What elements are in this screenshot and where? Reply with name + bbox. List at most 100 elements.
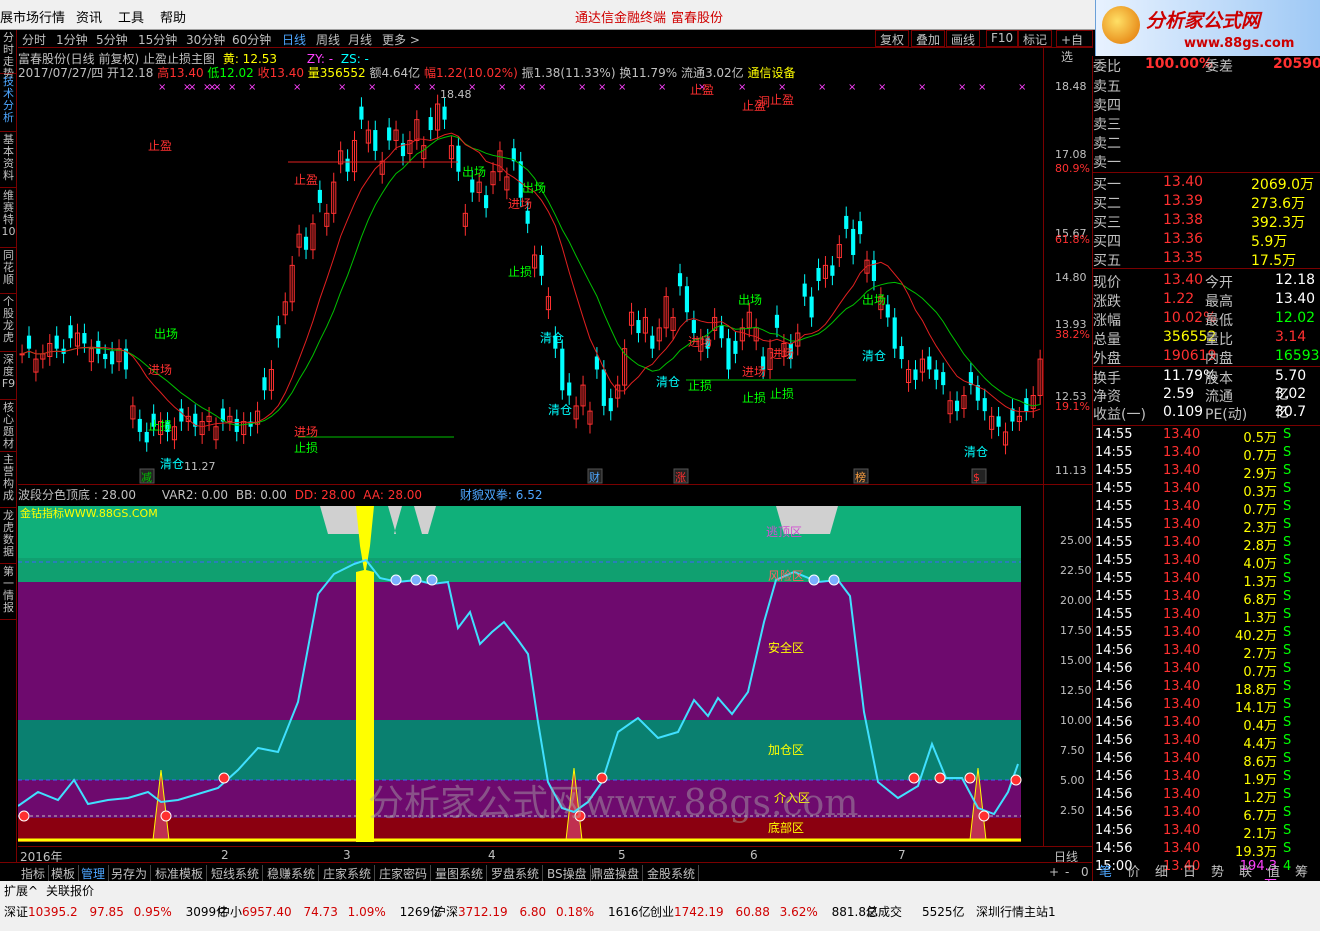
- left-tab-1[interactable]: 技术分析: [0, 74, 17, 132]
- bottom-tab-12[interactable]: 鼎盛操盘: [588, 865, 644, 882]
- zoom-control-1[interactable]: -: [1062, 865, 1072, 879]
- detail-tab-1[interactable]: 价: [1127, 861, 1140, 880]
- bottom-tab-8[interactable]: 庄家密码: [376, 865, 432, 882]
- period-3[interactable]: 15分钟: [138, 31, 177, 48]
- bottom-tabs: 指标 模板 管理 另存为 标准模板 短线系统 稳赚系统 庄家系统 庄家密码 量图系统 罗盘系统 BS操…: [0, 862, 1093, 882]
- detail-tab-5[interactable]: 联: [1239, 861, 1252, 880]
- detail-tab-4[interactable]: 势: [1211, 861, 1224, 880]
- signal-mark: ×: [293, 82, 301, 93]
- period-8[interactable]: 月线: [348, 31, 372, 48]
- signal-mark: ×: [658, 82, 666, 93]
- period-2[interactable]: 5分钟: [96, 31, 128, 48]
- tick-time: 14:55: [1095, 499, 1133, 514]
- left-tab-8[interactable]: 主营构成: [0, 452, 17, 508]
- left-tab-9[interactable]: 龙虎数据: [0, 508, 17, 564]
- main-y-label: 61.8%: [1055, 233, 1090, 246]
- tick-price: 13.40: [1163, 607, 1201, 622]
- tick-volume: 0.5万: [1243, 431, 1277, 446]
- buy-ball-marker: [218, 772, 230, 784]
- left-tab-5[interactable]: 个股龙虎: [0, 294, 17, 352]
- buy-row[interactable]: 买四 13.36 5.9万: [1093, 231, 1320, 250]
- bottom-tab-13[interactable]: 金股系统: [644, 865, 700, 882]
- bottom-tab-11[interactable]: BS操盘: [544, 865, 591, 882]
- zoom-control-0[interactable]: +: [1046, 865, 1062, 879]
- bottom-tab-2[interactable]: 管理: [78, 865, 110, 882]
- zoom-control-2[interactable]: 0: [1078, 865, 1092, 879]
- menu-tools[interactable]: 工具: [118, 7, 144, 26]
- period-0[interactable]: 分时: [22, 31, 46, 48]
- signal-mark: ×: [213, 82, 221, 93]
- left-tab-10[interactable]: 第一情报: [0, 564, 17, 620]
- index-cy[interactable]: 创业1742.19 60.88 3.62% 881.8亿: [650, 903, 878, 920]
- period-9[interactable]: 更多 >: [382, 31, 420, 48]
- tick-price: 13.40: [1163, 823, 1201, 838]
- bottom-tab-9[interactable]: 量图系统: [432, 865, 488, 882]
- buy-row[interactable]: 买一 13.40 2069.0万: [1093, 174, 1320, 193]
- menu-news[interactable]: 资讯: [76, 7, 102, 26]
- x-label: 2: [221, 848, 229, 862]
- menu-market[interactable]: 展市场行情: [0, 7, 65, 26]
- bottom-tab-1[interactable]: 模板: [48, 865, 80, 882]
- chart-button-1[interactable]: 叠加: [911, 30, 946, 47]
- expand-button[interactable]: 扩展^: [4, 882, 38, 899]
- x-label: 7: [898, 848, 906, 862]
- brand-url: www.88gs.com: [1184, 36, 1295, 51]
- detail-tab-6[interactable]: 值: [1267, 861, 1280, 880]
- detail-tab-7[interactable]: 筹: [1295, 861, 1308, 880]
- left-tab-4[interactable]: 同花顺: [0, 248, 17, 294]
- tick-time: 14:55: [1095, 427, 1133, 442]
- tick-price: 13.40: [1163, 571, 1201, 586]
- index-zx[interactable]: 中小6957.40 74.73 1.09% 1269亿: [218, 903, 442, 920]
- tick-row: 14:55 13.40 1.3万 S: [1093, 571, 1320, 590]
- bottom-tab-5[interactable]: 短线系统: [208, 865, 264, 882]
- left-tab-6[interactable]: 深度F9: [0, 352, 17, 400]
- detail-tab-2[interactable]: 细: [1155, 861, 1168, 880]
- bottom-tab-0[interactable]: 指标: [18, 865, 50, 882]
- tick-time: 14:56: [1095, 697, 1133, 712]
- tick-price: 13.40: [1163, 589, 1201, 604]
- detail-tab-0[interactable]: 笔: [1099, 861, 1112, 880]
- buy-row[interactable]: 买二 13.39 273.6万: [1093, 193, 1320, 212]
- tick-side: S: [1283, 841, 1292, 856]
- period-1[interactable]: 1分钟: [56, 31, 88, 48]
- divider-line: [1093, 425, 1320, 426]
- tick-volume: 1.9万: [1243, 773, 1277, 788]
- chart-button-5[interactable]: +自选: [1056, 30, 1093, 64]
- period-6[interactable]: 日线: [282, 31, 306, 48]
- zone-2: [18, 582, 1021, 720]
- index-hs[interactable]: 沪深3712.19 6.80 0.18% 1616亿: [434, 903, 651, 920]
- signal-mark: ×: [248, 82, 256, 93]
- stock-title: 富春股份: [671, 11, 724, 26]
- period-4[interactable]: 30分钟: [186, 31, 225, 48]
- related-quotes-button[interactable]: 关联报价: [46, 882, 94, 899]
- signal-label: 清仓: [964, 445, 988, 459]
- bottom-tab-4[interactable]: 标准模板: [152, 865, 208, 882]
- signal-mark: ×: [878, 82, 886, 93]
- tick-side: S: [1283, 499, 1292, 514]
- period-5[interactable]: 60分钟: [232, 31, 271, 48]
- left-tab-0[interactable]: 分时走势: [0, 30, 17, 80]
- kline-chart[interactable]: × ×× ××× × × × × × × × × × × × × × × × × × × × × × × × × ×止盈止盈止盈 止盈止…: [18, 78, 1093, 484]
- main-y-label: 11.13: [1055, 464, 1087, 477]
- left-tab-3[interactable]: 维赛特10: [0, 188, 17, 248]
- buy-row[interactable]: 买五 13.35 17.5万: [1093, 250, 1320, 269]
- chart-button-0[interactable]: 复权: [875, 30, 910, 47]
- menu-help[interactable]: 帮助: [160, 7, 186, 26]
- bottom-tab-3[interactable]: 另存为: [108, 865, 152, 882]
- tick-volume: 1.2万: [1243, 791, 1277, 806]
- left-tab-7[interactable]: 核心题材: [0, 400, 17, 452]
- bottom-tab-6[interactable]: 稳赚系统: [264, 865, 320, 882]
- period-7[interactable]: 周线: [316, 31, 340, 48]
- station-name[interactable]: 深圳行情主站1: [976, 903, 1056, 920]
- chart-button-2[interactable]: 画线: [946, 30, 981, 47]
- detail-tab-3[interactable]: 日: [1183, 861, 1196, 880]
- index-sz[interactable]: 深证10395.2 97.85 0.95% 3099亿: [4, 903, 228, 920]
- chart-button-4[interactable]: 标记: [1018, 30, 1053, 47]
- left-tab-2[interactable]: 基本资料: [0, 132, 17, 188]
- tick-volume: 2.8万: [1243, 539, 1277, 554]
- bottom-tab-7[interactable]: 庄家系统: [320, 865, 376, 882]
- chart-button-3[interactable]: F10: [986, 30, 1019, 47]
- bottom-tab-10[interactable]: 罗盘系统: [488, 865, 544, 882]
- tick-row: 14:56 13.40 1.9万 S: [1093, 769, 1320, 788]
- buy-row[interactable]: 买三 13.38 392.3万: [1093, 212, 1320, 231]
